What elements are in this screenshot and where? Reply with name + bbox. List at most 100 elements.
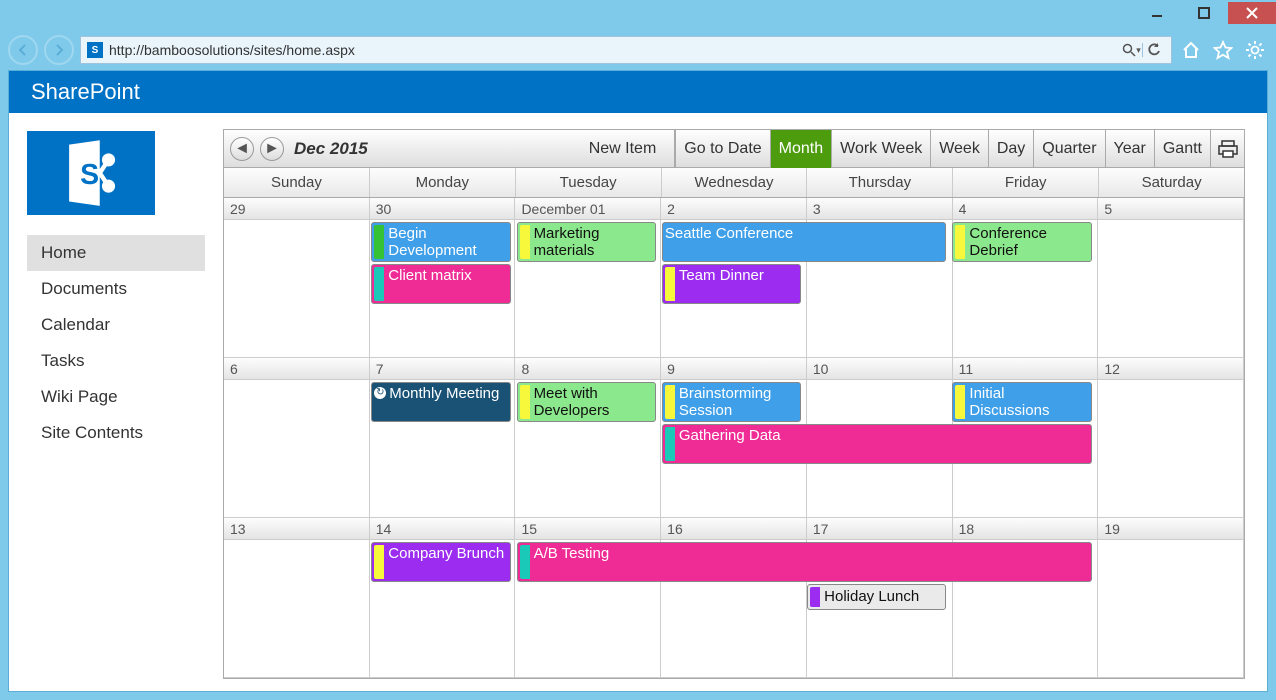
- view-day[interactable]: Day: [988, 130, 1033, 168]
- view-work-week[interactable]: Work Week: [831, 130, 930, 168]
- event-brainstorming-session[interactable]: Brainstorming Session: [662, 382, 801, 422]
- day-header: Tuesday: [516, 168, 662, 197]
- event-label: Marketing materials: [534, 225, 651, 260]
- event-company-brunch[interactable]: Company Brunch: [371, 542, 510, 582]
- browser-toolbar: S http://bamboosolutions/sites/home.aspx…: [0, 30, 1276, 70]
- event-marketing-materials[interactable]: Marketing materials: [517, 222, 656, 262]
- event-stripe: [374, 545, 384, 579]
- event-conference-debrief[interactable]: Conference Debrief: [952, 222, 1091, 262]
- favorites-icon[interactable]: [1210, 37, 1236, 63]
- week-row: 13141516171819 Company BrunchA/B Testing H…: [224, 518, 1244, 678]
- date-label: 17: [807, 518, 952, 540]
- sidebar-item-home[interactable]: Home: [27, 235, 205, 271]
- view-month[interactable]: Month: [770, 130, 831, 168]
- event-stripe: [665, 267, 675, 301]
- event-label: Brainstorming Session: [679, 385, 796, 420]
- date-label: 7: [370, 358, 515, 380]
- calendar-title: Dec 2015: [294, 139, 368, 159]
- calendar: ◄ ► Dec 2015 New Item Go to DateMonthWor…: [223, 129, 1245, 679]
- day-header: Monday: [370, 168, 516, 197]
- refresh-icon[interactable]: [1143, 43, 1165, 57]
- day-header: Thursday: [807, 168, 953, 197]
- view-week[interactable]: Week: [930, 130, 988, 168]
- date-label: 15: [515, 518, 660, 540]
- event-a-b-testing[interactable]: A/B Testing: [517, 542, 1092, 582]
- maximize-button[interactable]: [1181, 2, 1227, 24]
- view-gantt[interactable]: Gantt: [1154, 130, 1210, 168]
- event-stripe: [665, 427, 675, 461]
- close-button[interactable]: [1228, 2, 1276, 24]
- date-label: 8: [515, 358, 660, 380]
- day-cell[interactable]: 5: [1098, 198, 1244, 357]
- event-team-dinner[interactable]: Team Dinner: [662, 264, 801, 304]
- sidebar-item-wiki-page[interactable]: Wiki Page: [27, 379, 205, 415]
- date-label: 3: [807, 198, 952, 220]
- view-quarter[interactable]: Quarter: [1033, 130, 1104, 168]
- new-item-button[interactable]: New Item: [571, 140, 675, 158]
- event-label: Initial Discussions: [969, 385, 1086, 420]
- search-icon[interactable]: ▾: [1121, 43, 1143, 57]
- event-stripe: [665, 385, 675, 419]
- event-label: Team Dinner: [679, 267, 764, 284]
- next-month-button[interactable]: ►: [260, 137, 284, 161]
- forward-button[interactable]: [44, 35, 74, 65]
- event-holiday-lunch[interactable]: Holiday Lunch: [807, 584, 946, 610]
- event-seattle-conference[interactable]: Seattle Conference: [662, 222, 947, 262]
- url-text: http://bamboosolutions/sites/home.aspx: [109, 42, 1121, 58]
- event-gathering-data[interactable]: Gathering Data: [662, 424, 1092, 464]
- event-label: Begin Development: [388, 225, 505, 260]
- day-cell[interactable]: 6: [224, 358, 370, 517]
- event-label: Monthly Meeting: [389, 385, 499, 402]
- sidebar-item-site-contents[interactable]: Site Contents: [27, 415, 205, 451]
- print-button[interactable]: [1210, 130, 1244, 168]
- date-label: 14: [370, 518, 515, 540]
- event-label: Seattle Conference: [665, 225, 793, 242]
- prev-month-button[interactable]: ◄: [230, 137, 254, 161]
- svg-text:S: S: [80, 159, 99, 191]
- date-label: 19: [1098, 518, 1243, 540]
- page-title: SharePoint: [31, 79, 140, 105]
- date-label: 18: [953, 518, 1098, 540]
- settings-icon[interactable]: [1242, 37, 1268, 63]
- event-stripe: [520, 225, 530, 259]
- date-label: 10: [807, 358, 952, 380]
- event-monthly-meeting[interactable]: ↻Monthly Meeting: [371, 382, 510, 422]
- calendar-toolbar: ◄ ► Dec 2015 New Item Go to DateMonthWor…: [224, 130, 1244, 168]
- event-initial-discussions[interactable]: Initial Discussions: [952, 382, 1091, 422]
- event-label: Holiday Lunch: [824, 588, 919, 605]
- sidebar-item-documents[interactable]: Documents: [27, 271, 205, 307]
- view-year[interactable]: Year: [1105, 130, 1154, 168]
- day-cell[interactable]: 19: [1098, 518, 1244, 677]
- date-label: 16: [661, 518, 806, 540]
- back-button[interactable]: [8, 35, 38, 65]
- date-label: 5: [1098, 198, 1243, 220]
- day-cell[interactable]: 13: [224, 518, 370, 677]
- window-title-bar: [0, 0, 1276, 30]
- date-label: 30: [370, 198, 515, 220]
- minimize-button[interactable]: [1134, 2, 1180, 24]
- date-label: 11: [953, 358, 1098, 380]
- event-stripe: [374, 267, 384, 301]
- event-client-matrix[interactable]: Client matrix: [371, 264, 510, 304]
- date-label: 29: [224, 198, 369, 220]
- view-go-to-date[interactable]: Go to Date: [674, 130, 769, 168]
- sidebar-item-calendar[interactable]: Calendar: [27, 307, 205, 343]
- address-bar[interactable]: S http://bamboosolutions/sites/home.aspx…: [80, 36, 1172, 64]
- site-icon: S: [87, 42, 103, 58]
- day-header: Sunday: [224, 168, 370, 197]
- day-cell[interactable]: 12: [1098, 358, 1244, 517]
- event-begin-development[interactable]: Begin Development: [371, 222, 510, 262]
- day-cell[interactable]: 29: [224, 198, 370, 357]
- page-header: SharePoint: [9, 71, 1267, 113]
- event-stripe: [810, 587, 820, 607]
- event-label: Client matrix: [388, 267, 471, 284]
- sidebar-item-tasks[interactable]: Tasks: [27, 343, 205, 379]
- day-headers-row: SundayMondayTuesdayWednesdayThursdayFrid…: [224, 168, 1244, 198]
- date-label: 12: [1098, 358, 1243, 380]
- event-label: Gathering Data: [679, 427, 781, 444]
- home-icon[interactable]: [1178, 37, 1204, 63]
- event-label: Meet with Developers: [534, 385, 651, 420]
- event-meet-with-developers[interactable]: Meet with Developers: [517, 382, 656, 422]
- recurring-icon: ↻: [374, 387, 386, 399]
- date-label: 13: [224, 518, 369, 540]
